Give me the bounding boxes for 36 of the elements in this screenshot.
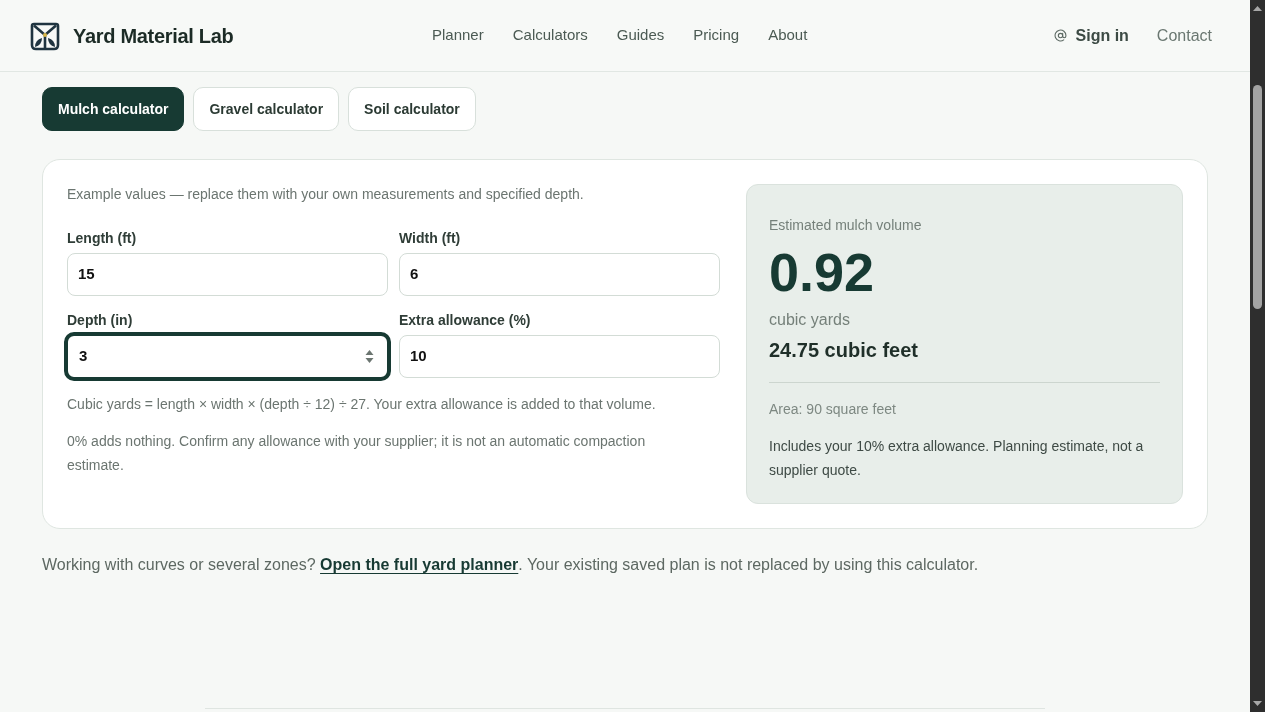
calculator-tab[interactable]: Gravel calculator [193, 87, 340, 131]
result-value: 0.92 [769, 242, 876, 302]
nav-link[interactable]: Guides [616, 24, 665, 47]
note-text: 0% adds nothing. Confirm any allowance with your supplier; it is not an automatic compaction estimate. [67, 432, 647, 475]
calculator-tab[interactable]: Mulch calculator [42, 87, 185, 131]
field-label: Extra allowance (%) [399, 311, 532, 330]
nav-link[interactable]: About [768, 24, 808, 47]
scroll-down-icon[interactable] [1253, 701, 1262, 706]
scrollbar-thumb[interactable] [1253, 85, 1262, 309]
result-unit: cubic yards [769, 310, 851, 330]
planner-link[interactable]: Open the full yard planner [320, 556, 519, 573]
brand-name: Yard Material Lab [73, 23, 234, 49]
field-label: Depth (in) [67, 311, 134, 330]
intro-text: Example values — replace them with your own measurements and specified depth. [67, 185, 585, 204]
number-input[interactable]: 15 [67, 253, 388, 296]
logo-icon [30, 20, 60, 51]
field-label: Length (ft) [67, 229, 138, 248]
contact-link[interactable]: Contact [1156, 23, 1212, 48]
number-input[interactable]: 10 [399, 335, 720, 378]
planner-note: Working with curves or several zones? Open the full yard planner. Your existing saved plan is not replaced by using this calculator. [42, 555, 980, 575]
spinner-icon[interactable] [365, 349, 374, 364]
at-sign-icon [1053, 29, 1067, 42]
scroll-up-icon[interactable] [1253, 6, 1262, 11]
sign-in-link[interactable]: Sign in [1075, 23, 1129, 48]
area-text: Area: 90 square feet [769, 400, 897, 419]
number-input[interactable]: 3 [64, 332, 391, 381]
calculator-tab[interactable]: Soil calculator [348, 87, 476, 131]
nav-link[interactable]: Calculators [512, 24, 588, 47]
nav-link[interactable]: Planner [432, 24, 484, 47]
field-label: Width (ft) [399, 229, 462, 248]
nav-link[interactable]: Pricing [693, 24, 740, 47]
result-secondary: 24.75 cubic feet [769, 338, 919, 363]
formula-text: Cubic yards = length × width × (depth ÷ 12) ÷ 27. Your extra allowance is added to that volume. [67, 395, 657, 414]
result-note: Includes your 10% extra allowance. Planning estimate, not a supplier quote. [769, 437, 1145, 480]
result-title: Estimated mulch volume [769, 216, 923, 235]
number-input[interactable]: 6 [399, 253, 720, 296]
